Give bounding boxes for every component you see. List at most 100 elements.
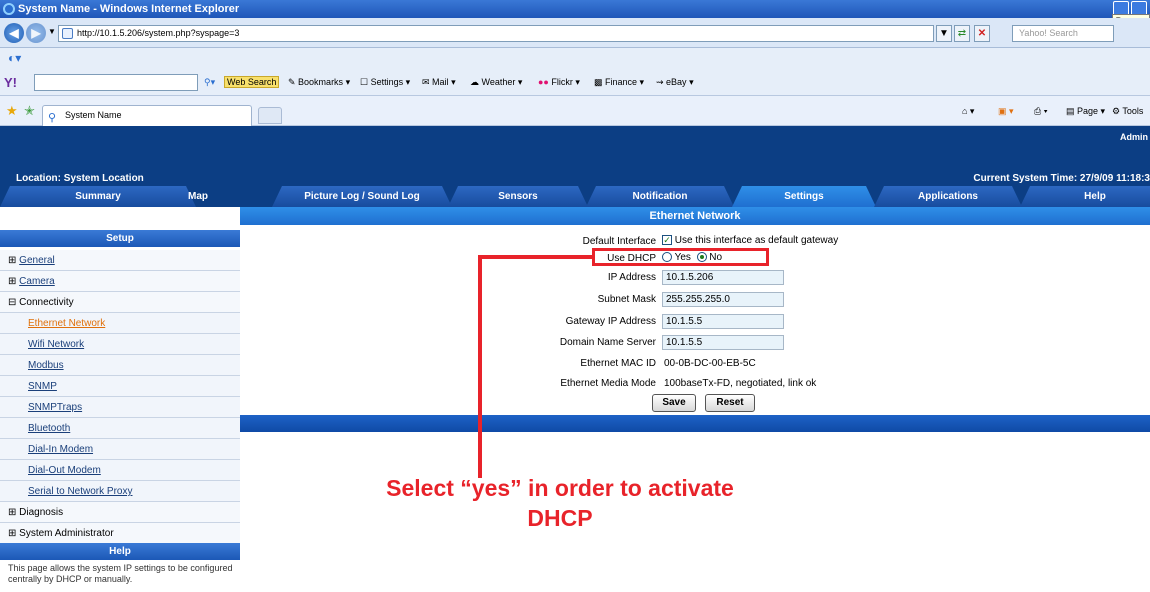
extra-toolbar-row: ◐▾: [0, 48, 1150, 68]
yahoo-search-input[interactable]: [34, 74, 198, 91]
weather-label: Weather: [481, 77, 516, 87]
default-gateway-text: Use this interface as default gateway: [674, 235, 839, 246]
sidebar-item-label: System Administrator: [19, 528, 114, 539]
subnet-mask-input[interactable]: 255.255.255.0: [662, 292, 784, 307]
address-bar[interactable]: http://10.1.5.206/system.php?syspage=3: [58, 25, 934, 42]
dns-input[interactable]: 10.1.5.5: [662, 335, 784, 350]
add-favorites-icon[interactable]: ✭: [24, 103, 35, 119]
tab-applications[interactable]: Applications: [874, 186, 1022, 207]
setup-heading: Setup: [0, 230, 240, 247]
sidebar-item-snmp[interactable]: SNMP: [0, 376, 240, 397]
subnet-mask-label: Subnet Mask: [597, 294, 656, 305]
annotation-callout: Select “yes” in order to activate DHCP: [300, 473, 820, 533]
page-header: Admin Location: System Location Current …: [0, 126, 1150, 186]
settings-button[interactable]: ☐ Settings ▾: [360, 77, 410, 88]
sidebar-item-label: Dial-Out Modem: [28, 465, 101, 476]
reset-button[interactable]: Reset: [705, 394, 755, 412]
tab-help[interactable]: Help: [1020, 186, 1150, 207]
page-icon: [62, 28, 73, 39]
flickr-button[interactable]: ●● Flickr ▾: [538, 77, 580, 88]
browser-tab[interactable]: ⚲ System Name: [42, 105, 252, 126]
system-time: Current System Time: 27/9/09 11:18:3: [973, 173, 1150, 184]
save-button[interactable]: Save: [652, 394, 696, 412]
sidebar-item-modbus[interactable]: Modbus: [0, 355, 240, 376]
flickr-icon: ●●: [538, 77, 549, 87]
sidebar-item-wifi-network[interactable]: Wifi Network: [0, 334, 240, 355]
dns-label: Domain Name Server: [559, 337, 656, 348]
sidebar-item-connectivity[interactable]: ⊟ Connectivity: [0, 292, 240, 313]
sidebar-item-label: Dial-In Modem: [28, 444, 94, 455]
ip-address-label: IP Address: [607, 272, 656, 283]
tab-sensors[interactable]: Sensors: [448, 186, 588, 207]
yahoo-logo-icon[interactable]: Y!: [4, 75, 17, 90]
sidebar-item-general[interactable]: ⊞ General: [0, 250, 240, 271]
admin-label[interactable]: Admin: [1120, 132, 1148, 142]
search-icon[interactable]: ⚲▾: [204, 77, 215, 88]
finance-button[interactable]: ▩ Finance ▾: [594, 77, 644, 88]
sidebar-item-bluetooth[interactable]: Bluetooth: [0, 418, 240, 439]
sidebar-item-dial-out-modem[interactable]: Dial-Out Modem: [0, 460, 240, 481]
mail-button[interactable]: ✉ Mail ▾: [422, 77, 456, 88]
window-title-bar: System Name - Windows Internet Explorer: [0, 0, 1150, 18]
toolbar-options-icon[interactable]: ◐▾: [8, 51, 21, 65]
sidebar-item-diagnosis[interactable]: ⊞ Diagnosis: [0, 502, 240, 523]
forward-button[interactable]: ▶: [26, 23, 46, 43]
default-gateway-checkbox[interactable]: ✓: [662, 235, 672, 246]
sidebar-item-label: Diagnosis: [19, 507, 64, 518]
new-tab-button[interactable]: [258, 107, 282, 124]
home-icon[interactable]: ⌂ ▾: [962, 106, 974, 117]
sidebar-item-dial-in-modem[interactable]: Dial-In Modem: [0, 439, 240, 460]
main-nav: Summary Map Picture Log / Sound Log Sens…: [0, 185, 1150, 207]
address-dropdown-icon[interactable]: ▼: [936, 25, 952, 42]
mail-label: Mail: [432, 77, 449, 87]
favorites-star-icon[interactable]: ★: [6, 103, 18, 119]
page-menu[interactable]: ▤ Page ▾: [1066, 106, 1105, 117]
search-input[interactable]: Yahoo! Search: [1012, 25, 1114, 42]
refresh-icon[interactable]: ⇄: [954, 25, 970, 42]
yahoo-toolbar: Y! ⚲▾ Web Search ✎ Bookmarks ▾ ☐ Setting…: [0, 68, 1150, 96]
ebay-button[interactable]: ⇝ eBay ▾: [656, 77, 694, 88]
default-interface-label: Default Interface: [582, 236, 656, 247]
sidebar-item-label: Ethernet Network: [28, 318, 106, 329]
gateway-input[interactable]: 10.1.5.5: [662, 314, 784, 329]
expand-icon: ⊞: [8, 255, 17, 266]
tools-menu[interactable]: ⚙ Tools: [1112, 106, 1143, 117]
sidebar-item-camera[interactable]: ⊞ Camera: [0, 271, 240, 292]
bookmarks-button[interactable]: ✎ Bookmarks ▾: [288, 77, 350, 88]
web-search-button[interactable]: Web Search: [224, 76, 280, 88]
finance-label: Finance: [605, 77, 638, 87]
history-dropdown-icon[interactable]: ▼: [48, 27, 56, 36]
content-footer-bar: [240, 415, 1150, 432]
callout-line-vertical: [478, 255, 482, 478]
sidebar-item-system-admin[interactable]: ⊞ System Administrator: [0, 523, 240, 544]
expand-icon: ⊞: [8, 528, 17, 539]
feeds-icon[interactable]: ▣ ▾: [998, 106, 1014, 117]
location-label: Location: System Location: [16, 173, 144, 184]
tab-settings[interactable]: Settings: [732, 186, 876, 207]
media-mode-label: Ethernet Media Mode: [560, 378, 656, 389]
sidebar-item-label: SNMPTraps: [28, 402, 83, 413]
page-title: Ethernet Network: [240, 207, 1150, 225]
collapse-icon: ⊟: [8, 297, 17, 308]
default-interface-field[interactable]: ✓ Use this interface as default gateway: [662, 235, 838, 246]
url-text: http://10.1.5.206/system.php?syspage=3: [77, 28, 240, 38]
back-button[interactable]: ◀: [4, 23, 24, 43]
stop-icon[interactable]: ✕: [974, 25, 990, 42]
ie-logo-icon: [3, 3, 15, 15]
sidebar-item-label: SNMP: [28, 381, 57, 392]
help-heading: Help: [0, 543, 240, 560]
sidebar-item-label: Wifi Network: [28, 339, 85, 350]
weather-button[interactable]: ☁ Weather ▾: [470, 77, 522, 88]
print-icon[interactable]: ⎙ ▾: [1034, 106, 1047, 117]
address-toolbar: ◀ ▶ ▼ http://10.1.5.206/system.php?syspa…: [0, 18, 1150, 48]
ip-address-input[interactable]: 10.1.5.206: [662, 270, 784, 285]
sidebar-item-label: Serial to Network Proxy: [28, 486, 133, 497]
sidebar-item-label: Modbus: [28, 360, 64, 371]
media-mode-value: 100baseTx-FD, negotiated, link ok: [664, 378, 817, 389]
tab-map[interactable]: Map: [128, 186, 268, 207]
tab-picture-log[interactable]: Picture Log / Sound Log: [272, 186, 452, 207]
sidebar-item-ethernet-network[interactable]: Ethernet Network: [0, 313, 240, 334]
sidebar-item-serial-proxy[interactable]: Serial to Network Proxy: [0, 481, 240, 502]
sidebar-item-snmptraps[interactable]: SNMPTraps: [0, 397, 240, 418]
tab-notification[interactable]: Notification: [586, 186, 734, 207]
